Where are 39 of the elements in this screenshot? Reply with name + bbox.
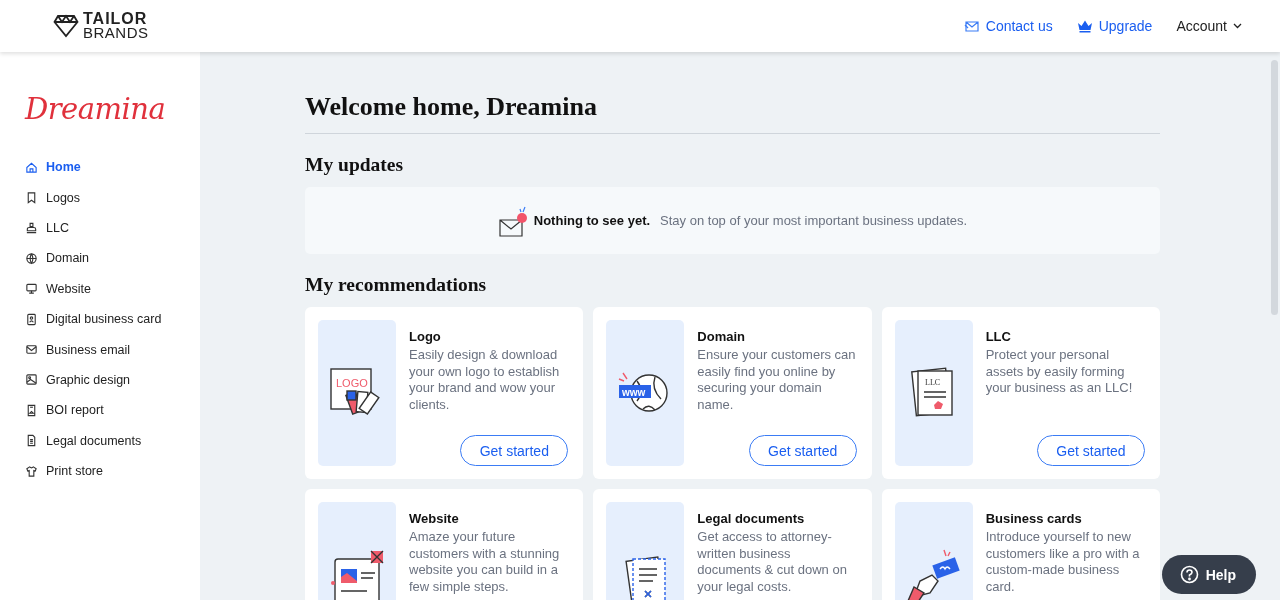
sidebar-item[interactable]: BOI report <box>25 395 104 426</box>
brand-name: BRANDS <box>83 26 149 40</box>
sidebar-item[interactable]: Digital business card <box>25 303 162 335</box>
header-link[interactable]: Upgrade <box>1076 18 1153 34</box>
empty-state-text: Stay on top of your most important business updates. <box>660 213 968 228</box>
sidebar-item[interactable]: Graphic design <box>25 364 131 396</box>
brand-name: TAILOR <box>83 12 149 26</box>
card-description: Introduce yourself to new customers like a pro with a custom-made business card. <box>985 529 1141 596</box>
header-link[interactable]: Contact us <box>963 18 1053 34</box>
business-name: Dreamina <box>25 92 166 126</box>
card-description: Get access to attorney-written business documents & cut down on your legal costs. <box>697 529 848 596</box>
sidebar-item[interactable]: Business email <box>25 334 131 365</box>
card-description: Easily design & download your own logo to establish your brand and wow your clients. <box>409 347 561 414</box>
section-heading: My updates <box>305 154 405 176</box>
card-title: Logo <box>409 329 442 344</box>
sidebar-item[interactable]: Legal documents <box>25 425 142 456</box>
get-started-button[interactable]: Get started <box>1037 435 1145 466</box>
sidebar-item[interactable]: Home <box>25 152 81 183</box>
section-heading: My recommendations <box>305 274 488 296</box>
get-started-button[interactable]: Get started <box>748 435 857 466</box>
empty-state-title: Nothing to see yet. <box>533 213 651 228</box>
card-title: Domain <box>697 329 746 344</box>
card-title: Website <box>409 511 460 526</box>
card-description: Protect your personal assets by easily forming your business as an LLC! <box>985 347 1134 397</box>
account-menu[interactable]: Account <box>1176 18 1242 34</box>
get-started-button[interactable]: Get started <box>460 435 569 466</box>
sidebar-item[interactable]: Print store <box>25 455 103 487</box>
page-title: Welcome home, Dreamina <box>305 92 1160 134</box>
sidebar-item[interactable]: Domain <box>25 243 90 274</box>
card-title: Business cards <box>985 511 1083 526</box>
globe-www-illustration: www <box>615 365 676 421</box>
card-description: Amaze your future customers with a stunning website you can build in a few simple steps. <box>409 529 561 596</box>
card-title: Legal documents <box>697 511 806 526</box>
sidebar-item[interactable]: Website <box>25 273 91 304</box>
card-title: LLC <box>985 329 1012 344</box>
help-button[interactable]: Help <box>1161 555 1256 594</box>
sidebar-item[interactable]: LLC <box>25 212 69 244</box>
card-description: Ensure your customers can easily find you online by securing your domain name. <box>697 347 856 414</box>
sidebar-item[interactable]: Logos <box>25 182 81 213</box>
